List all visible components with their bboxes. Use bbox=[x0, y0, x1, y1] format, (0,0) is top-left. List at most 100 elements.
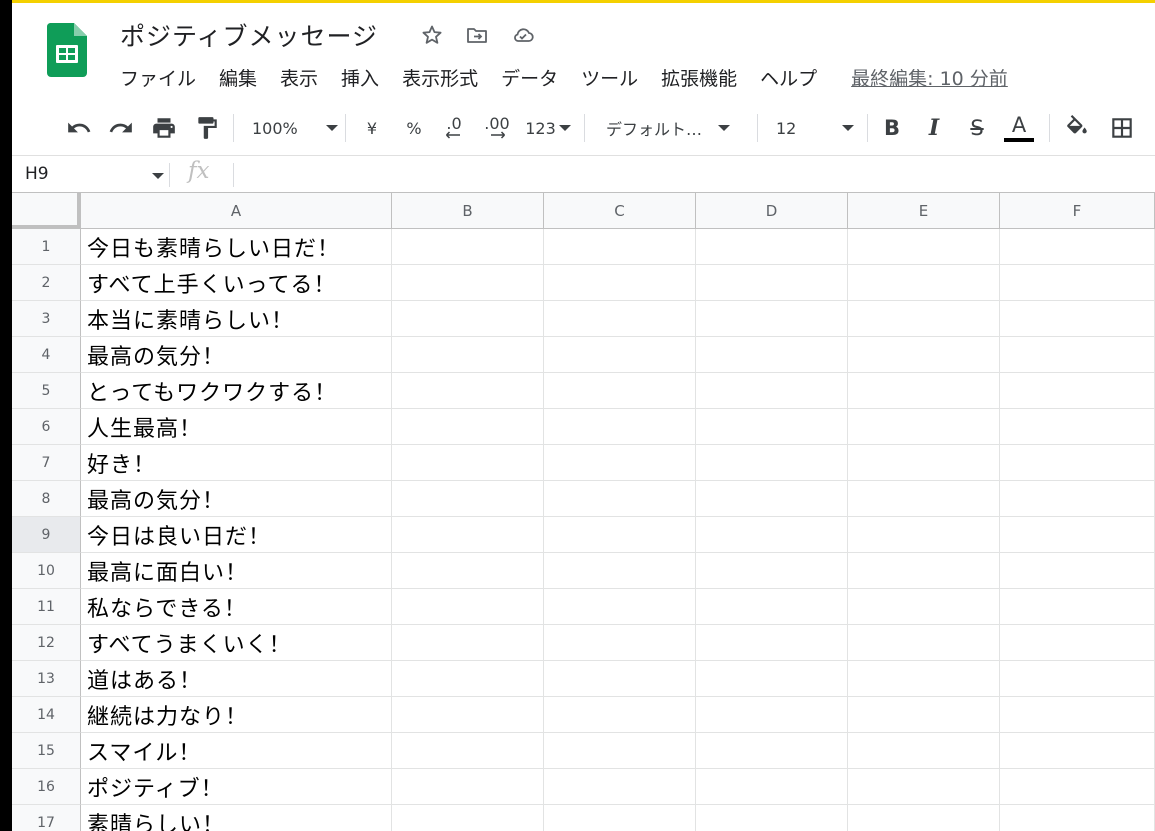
cell-a6[interactable]: 人生最高！ bbox=[81, 409, 392, 445]
menu-edit[interactable]: 編集 bbox=[219, 64, 257, 91]
borders-icon[interactable] bbox=[1107, 112, 1137, 144]
chevron-down-icon[interactable] bbox=[152, 173, 164, 179]
cell-f10[interactable] bbox=[1000, 553, 1155, 589]
cell-e15[interactable] bbox=[848, 733, 1000, 769]
cell-c9[interactable] bbox=[544, 517, 696, 553]
cell-a16[interactable]: ポジティブ！ bbox=[81, 769, 392, 805]
increase-decimal-button[interactable]: .00 bbox=[479, 112, 515, 144]
cell-c12[interactable] bbox=[544, 625, 696, 661]
column-header-f[interactable]: F bbox=[1000, 193, 1155, 229]
cell-c5[interactable] bbox=[544, 373, 696, 409]
cell-c4[interactable] bbox=[544, 337, 696, 373]
row-header-4[interactable]: 4 bbox=[12, 337, 81, 373]
cell-f3[interactable] bbox=[1000, 301, 1155, 337]
font-family-select[interactable]: デフォルト… bbox=[606, 112, 742, 144]
redo-icon[interactable] bbox=[106, 112, 136, 144]
cell-a7[interactable]: 好き！ bbox=[81, 445, 392, 481]
row-header-14[interactable]: 14 bbox=[12, 697, 81, 733]
percent-format-button[interactable]: % bbox=[402, 112, 426, 144]
cell-a9[interactable]: 今日は良い日だ！ bbox=[81, 517, 392, 553]
cell-c17[interactable] bbox=[544, 805, 696, 831]
cell-b6[interactable] bbox=[392, 409, 544, 445]
last-edit-link[interactable]: 最終編集: 10 分前 bbox=[851, 64, 1008, 91]
cell-a13[interactable]: 道はある！ bbox=[81, 661, 392, 697]
cell-b17[interactable] bbox=[392, 805, 544, 831]
cell-a14[interactable]: 継続は力なり！ bbox=[81, 697, 392, 733]
cell-d12[interactable] bbox=[696, 625, 848, 661]
cell-a5[interactable]: とってもワクワクする！ bbox=[81, 373, 392, 409]
cell-c6[interactable] bbox=[544, 409, 696, 445]
cell-c8[interactable] bbox=[544, 481, 696, 517]
strikethrough-button[interactable]: S bbox=[964, 112, 990, 144]
cell-b4[interactable] bbox=[392, 337, 544, 373]
bold-button[interactable]: B bbox=[879, 112, 905, 144]
cell-c3[interactable] bbox=[544, 301, 696, 337]
cell-f6[interactable] bbox=[1000, 409, 1155, 445]
cell-e11[interactable] bbox=[848, 589, 1000, 625]
cell-d11[interactable] bbox=[696, 589, 848, 625]
cell-f12[interactable] bbox=[1000, 625, 1155, 661]
cell-f13[interactable] bbox=[1000, 661, 1155, 697]
cell-c15[interactable] bbox=[544, 733, 696, 769]
cell-e3[interactable] bbox=[848, 301, 1000, 337]
cell-e8[interactable] bbox=[848, 481, 1000, 517]
row-header-9[interactable]: 9 bbox=[12, 517, 81, 553]
cell-b2[interactable] bbox=[392, 265, 544, 301]
cell-c13[interactable] bbox=[544, 661, 696, 697]
cell-f4[interactable] bbox=[1000, 337, 1155, 373]
cell-a1[interactable]: 今日も素晴らしい日だ！ bbox=[81, 229, 392, 265]
row-header-16[interactable]: 16 bbox=[12, 769, 81, 805]
row-header-15[interactable]: 15 bbox=[12, 733, 81, 769]
number-format-select[interactable]: 123 bbox=[522, 112, 574, 144]
row-header-17[interactable]: 17 bbox=[12, 805, 81, 831]
cell-c14[interactable] bbox=[544, 697, 696, 733]
cell-d15[interactable] bbox=[696, 733, 848, 769]
cell-b12[interactable] bbox=[392, 625, 544, 661]
cell-b15[interactable] bbox=[392, 733, 544, 769]
cell-a8[interactable]: 最高の気分！ bbox=[81, 481, 392, 517]
cell-b9[interactable] bbox=[392, 517, 544, 553]
cell-c16[interactable] bbox=[544, 769, 696, 805]
row-header-11[interactable]: 11 bbox=[12, 589, 81, 625]
row-header-10[interactable]: 10 bbox=[12, 553, 81, 589]
cell-d13[interactable] bbox=[696, 661, 848, 697]
text-color-button[interactable]: A bbox=[1003, 112, 1035, 144]
italic-button[interactable]: I bbox=[921, 112, 947, 144]
cell-d2[interactable] bbox=[696, 265, 848, 301]
cell-e10[interactable] bbox=[848, 553, 1000, 589]
cell-c7[interactable] bbox=[544, 445, 696, 481]
cell-d9[interactable] bbox=[696, 517, 848, 553]
undo-icon[interactable] bbox=[64, 112, 94, 144]
cell-d1[interactable] bbox=[696, 229, 848, 265]
row-header-13[interactable]: 13 bbox=[12, 661, 81, 697]
cloud-saved-icon[interactable] bbox=[509, 21, 537, 49]
cell-d10[interactable] bbox=[696, 553, 848, 589]
cell-b5[interactable] bbox=[392, 373, 544, 409]
cell-c1[interactable] bbox=[544, 229, 696, 265]
print-icon[interactable] bbox=[149, 112, 179, 144]
cell-e5[interactable] bbox=[848, 373, 1000, 409]
cell-b11[interactable] bbox=[392, 589, 544, 625]
cell-a15[interactable]: スマイル！ bbox=[81, 733, 392, 769]
cell-c11[interactable] bbox=[544, 589, 696, 625]
cell-f2[interactable] bbox=[1000, 265, 1155, 301]
cell-e6[interactable] bbox=[848, 409, 1000, 445]
cell-e14[interactable] bbox=[848, 697, 1000, 733]
move-folder-icon[interactable] bbox=[463, 21, 491, 49]
row-header-3[interactable]: 3 bbox=[12, 301, 81, 337]
cell-e4[interactable] bbox=[848, 337, 1000, 373]
menu-tools[interactable]: ツール bbox=[581, 64, 638, 91]
cell-e16[interactable] bbox=[848, 769, 1000, 805]
column-header-c[interactable]: C bbox=[544, 193, 696, 229]
row-header-8[interactable]: 8 bbox=[12, 481, 81, 517]
cell-f7[interactable] bbox=[1000, 445, 1155, 481]
menu-insert[interactable]: 挿入 bbox=[341, 64, 379, 91]
cell-f1[interactable] bbox=[1000, 229, 1155, 265]
cell-b7[interactable] bbox=[392, 445, 544, 481]
row-header-6[interactable]: 6 bbox=[12, 409, 81, 445]
cell-e13[interactable] bbox=[848, 661, 1000, 697]
cell-c10[interactable] bbox=[544, 553, 696, 589]
row-header-12[interactable]: 12 bbox=[12, 625, 81, 661]
menu-help[interactable]: ヘルプ bbox=[760, 64, 817, 91]
cell-a10[interactable]: 最高に面白い！ bbox=[81, 553, 392, 589]
